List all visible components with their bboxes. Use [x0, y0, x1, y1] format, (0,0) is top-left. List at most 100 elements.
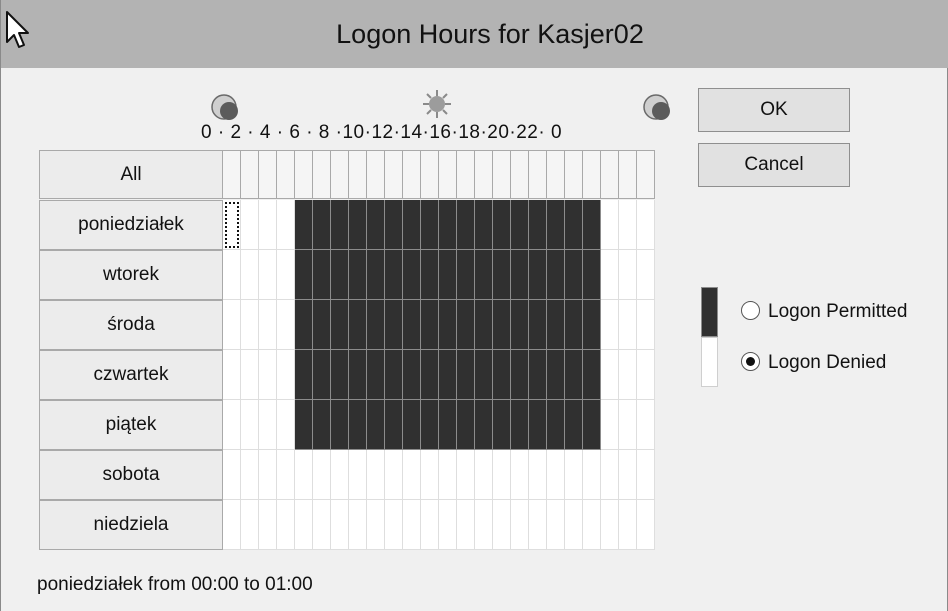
hour-column-header[interactable]: [601, 150, 619, 199]
hour-cell[interactable]: [367, 350, 385, 400]
hour-cell[interactable]: [259, 350, 277, 400]
hour-cell[interactable]: [457, 500, 475, 550]
hour-cell[interactable]: [547, 300, 565, 350]
hour-cell[interactable]: [241, 400, 259, 450]
hour-cell[interactable]: [241, 200, 259, 250]
hour-cell[interactable]: [457, 200, 475, 250]
hour-cell[interactable]: [601, 300, 619, 350]
hour-cell[interactable]: [367, 450, 385, 500]
hour-cell[interactable]: [421, 300, 439, 350]
hour-cell[interactable]: [601, 350, 619, 400]
hour-cell[interactable]: [349, 350, 367, 400]
hour-cell[interactable]: [259, 200, 277, 250]
hour-cell[interactable]: [223, 200, 241, 250]
hour-column-header[interactable]: [403, 150, 421, 199]
hour-cell[interactable]: [601, 500, 619, 550]
hour-cell[interactable]: [277, 250, 295, 300]
hour-cell[interactable]: [493, 350, 511, 400]
hour-cell[interactable]: [439, 400, 457, 450]
hour-cell[interactable]: [619, 200, 637, 250]
hour-cell[interactable]: [367, 400, 385, 450]
hour-cell[interactable]: [241, 350, 259, 400]
hour-cell[interactable]: [295, 350, 313, 400]
hour-cell[interactable]: [511, 350, 529, 400]
hour-cell[interactable]: [529, 350, 547, 400]
hour-cell[interactable]: [565, 300, 583, 350]
hour-cell[interactable]: [439, 500, 457, 550]
hour-cell[interactable]: [223, 450, 241, 500]
hour-cell[interactable]: [385, 200, 403, 250]
hour-cell[interactable]: [385, 250, 403, 300]
hour-cell[interactable]: [475, 350, 493, 400]
hour-cell[interactable]: [439, 300, 457, 350]
hour-cell[interactable]: [637, 500, 655, 550]
hour-cell[interactable]: [601, 450, 619, 500]
hour-cell[interactable]: [223, 350, 241, 400]
hour-cell[interactable]: [637, 400, 655, 450]
hour-column-header[interactable]: [367, 150, 385, 199]
hour-cell[interactable]: [331, 300, 349, 350]
hour-cell[interactable]: [601, 400, 619, 450]
logon-denied-radio[interactable]: [741, 352, 760, 371]
hour-cell[interactable]: [529, 250, 547, 300]
hour-cell[interactable]: [421, 400, 439, 450]
hour-cell[interactable]: [439, 200, 457, 250]
hour-column-header[interactable]: [493, 150, 511, 199]
hour-cell[interactable]: [493, 500, 511, 550]
day-row-header[interactable]: piątek: [39, 400, 223, 450]
hour-cell[interactable]: [601, 250, 619, 300]
hour-cell[interactable]: [457, 400, 475, 450]
hour-cell[interactable]: [331, 350, 349, 400]
hour-cell[interactable]: [295, 200, 313, 250]
hour-cell[interactable]: [385, 500, 403, 550]
hour-column-header[interactable]: [439, 150, 457, 199]
hour-cell[interactable]: [529, 400, 547, 450]
hour-cell[interactable]: [313, 250, 331, 300]
hour-cell[interactable]: [547, 500, 565, 550]
hour-cell[interactable]: [385, 350, 403, 400]
hour-cell[interactable]: [313, 500, 331, 550]
hour-cell[interactable]: [583, 250, 601, 300]
hour-cell[interactable]: [619, 450, 637, 500]
hour-cell[interactable]: [475, 300, 493, 350]
hour-cell[interactable]: [421, 450, 439, 500]
hour-cell[interactable]: [619, 300, 637, 350]
hour-cell[interactable]: [421, 500, 439, 550]
hour-cell[interactable]: [529, 500, 547, 550]
hour-cell[interactable]: [439, 350, 457, 400]
hour-cell[interactable]: [457, 300, 475, 350]
hour-cell[interactable]: [313, 300, 331, 350]
hour-cell[interactable]: [295, 250, 313, 300]
hour-cell[interactable]: [457, 450, 475, 500]
hour-cell[interactable]: [295, 300, 313, 350]
hour-cell[interactable]: [277, 500, 295, 550]
hour-cell[interactable]: [619, 500, 637, 550]
hour-column-header[interactable]: [475, 150, 493, 199]
hour-cell[interactable]: [331, 500, 349, 550]
hour-cell[interactable]: [295, 450, 313, 500]
hour-cell[interactable]: [547, 450, 565, 500]
hour-cell[interactable]: [511, 250, 529, 300]
hour-cell[interactable]: [349, 500, 367, 550]
hour-cell[interactable]: [367, 300, 385, 350]
hour-cell[interactable]: [313, 200, 331, 250]
hour-column-header[interactable]: [223, 150, 241, 199]
hour-cell[interactable]: [529, 200, 547, 250]
logon-permitted-option[interactable]: Logon Permitted: [741, 301, 907, 323]
hour-column-header[interactable]: [277, 150, 295, 199]
hour-cell[interactable]: [331, 400, 349, 450]
hour-cell[interactable]: [637, 200, 655, 250]
hour-column-header[interactable]: [385, 150, 403, 199]
hour-cell[interactable]: [583, 350, 601, 400]
hour-cell[interactable]: [313, 400, 331, 450]
hour-cell[interactable]: [637, 300, 655, 350]
hour-cell[interactable]: [619, 350, 637, 400]
hour-cell[interactable]: [493, 400, 511, 450]
hour-cell[interactable]: [529, 450, 547, 500]
hour-cell[interactable]: [403, 250, 421, 300]
hour-cell[interactable]: [259, 250, 277, 300]
hour-cell[interactable]: [241, 450, 259, 500]
hour-cell[interactable]: [403, 350, 421, 400]
hour-cell[interactable]: [331, 200, 349, 250]
hour-cell[interactable]: [223, 300, 241, 350]
